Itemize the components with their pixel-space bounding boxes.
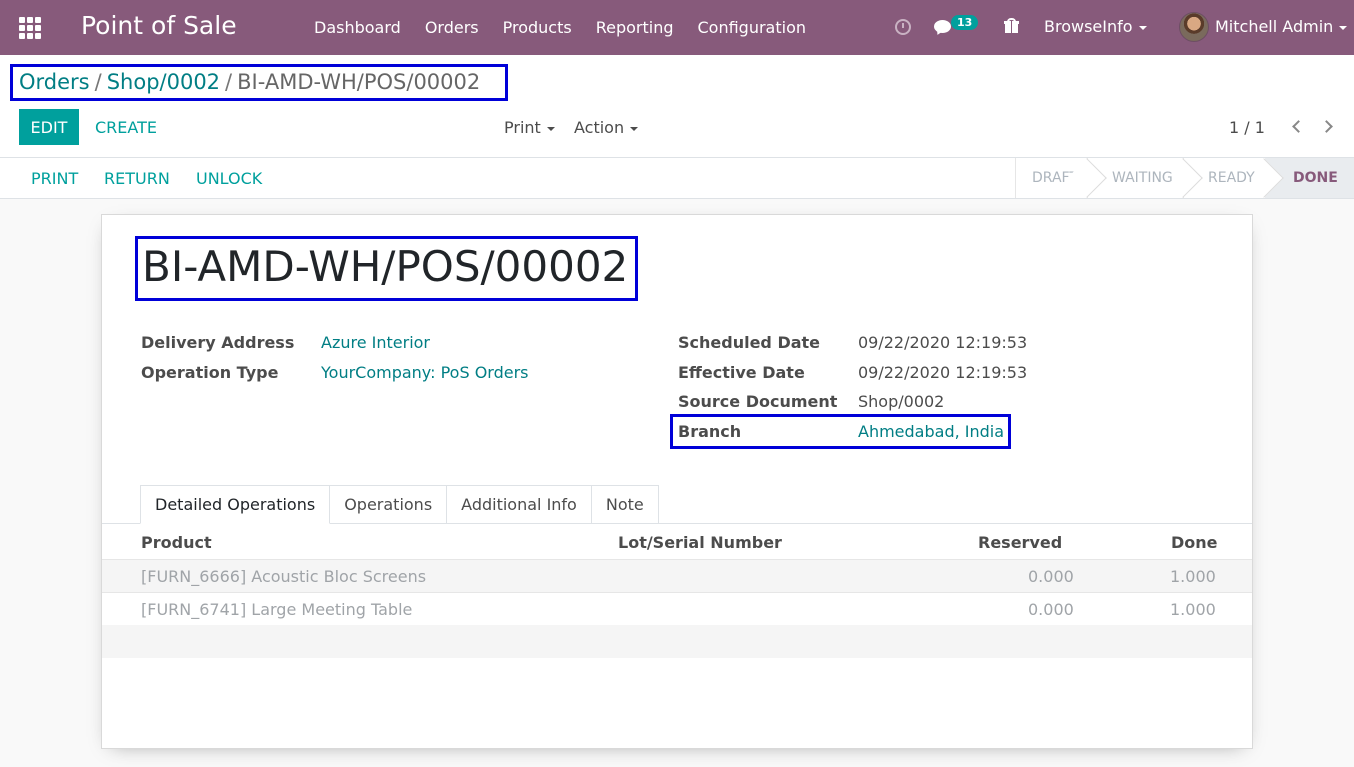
stage-pipeline: DRAFT WAITING READY DONE (1015, 158, 1354, 198)
return-button[interactable]: RETURN (104, 169, 170, 188)
breadcrumb-highlight-box (10, 64, 508, 101)
tab-detailed-operations[interactable]: Detailed Operations (140, 485, 331, 524)
chevron-down-icon (1138, 25, 1147, 30)
pager-value[interactable]: 1 / 1 (1229, 118, 1265, 137)
top-navbar: Point of Sale Dashboard Orders Products … (0, 0, 1354, 55)
print-button[interactable]: PRINT (31, 169, 78, 188)
table-row[interactable]: [FURN_6741] Large Meeting Table 0.000 1.… (102, 592, 1252, 625)
operation-type-label: Operation Type (141, 363, 279, 382)
gift-icon[interactable] (1004, 18, 1019, 33)
notebook-tabs: Detailed Operations Operations Additiona… (140, 485, 659, 524)
chevron-right-icon[interactable] (1320, 120, 1333, 133)
menu-item-dashboard[interactable]: Dashboard (302, 18, 413, 37)
main-menu: Dashboard Orders Products Reporting Conf… (302, 0, 818, 55)
column-header-reserved[interactable]: Reserved (978, 533, 1062, 552)
chevron-down-icon (1339, 25, 1348, 30)
menu-item-orders[interactable]: Orders (413, 18, 491, 37)
menu-item-products[interactable]: Products (491, 18, 584, 37)
apps-grid-icon[interactable] (19, 17, 41, 39)
message-count-badge: 13 (951, 15, 979, 30)
chevron-left-icon[interactable] (1292, 120, 1305, 133)
effective-date-value: 09/22/2020 12:19:53 (858, 363, 1028, 382)
column-header-product[interactable]: Product (141, 533, 212, 552)
table-footer (102, 625, 1252, 658)
print-dropdown[interactable]: Print (504, 118, 555, 137)
company-name: BrowseInfo (1044, 17, 1133, 36)
scheduled-date-value: 09/22/2020 12:19:53 (858, 333, 1028, 352)
stage-done: DONE (1244, 158, 1354, 198)
chevron-down-icon (630, 126, 639, 131)
title-highlight-box (135, 236, 638, 301)
operation-type-value[interactable]: YourCompany: PoS Orders (321, 363, 529, 382)
reserved-cell: 0.000 (1028, 567, 1074, 586)
print-dropdown-label: Print (504, 118, 541, 137)
product-cell: [FURN_6741] Large Meeting Table (141, 600, 413, 619)
status-bar: PRINT RETURN UNLOCK DRAFT WAITING READY … (0, 158, 1354, 199)
stage-waiting-label: WAITING (1112, 170, 1173, 186)
source-document-value: Shop/0002 (858, 392, 945, 411)
user-menu[interactable]: Mitchell Admin (1215, 17, 1348, 36)
chevron-down-icon (546, 126, 555, 131)
form-sheet: BI-AMD-WH/POS/00002 Delivery Address Azu… (101, 214, 1253, 749)
product-cell: [FURN_6666] Acoustic Bloc Screens (141, 567, 427, 586)
stage-waiting: WAITING (1067, 158, 1183, 198)
done-cell: 1.000 (1170, 567, 1216, 586)
action-dropdown-label: Action (574, 118, 625, 137)
effective-date-label: Effective Date (678, 363, 805, 382)
branch-highlight-box (670, 414, 1011, 449)
app-title[interactable]: Point of Sale (81, 11, 237, 40)
action-dropdown[interactable]: Action (574, 118, 639, 137)
avatar[interactable] (1179, 12, 1209, 42)
control-panel: Orders / Shop/0002/BI-AMD-WH/POS/00002 EDI… (0, 55, 1354, 158)
stage-done-label: DONE (1293, 170, 1338, 186)
activity-clock-icon[interactable] (895, 19, 911, 35)
stage-ready: READY (1163, 158, 1265, 198)
stage-ready-label: READY (1208, 170, 1255, 186)
tab-note[interactable]: Note (591, 485, 659, 524)
menu-item-reporting[interactable]: Reporting (584, 18, 686, 37)
done-cell: 1.000 (1170, 600, 1216, 619)
reserved-cell: 0.000 (1028, 600, 1074, 619)
delivery-address-label: Delivery Address (141, 333, 295, 352)
unlock-button[interactable]: UNLOCK (196, 169, 262, 188)
table-row[interactable]: [FURN_6666] Acoustic Bloc Screens 0.000 … (102, 559, 1252, 592)
create-button[interactable]: CREATE (95, 118, 157, 137)
column-header-lot[interactable]: Lot/Serial Number (618, 533, 782, 552)
source-document-label: Source Document (678, 392, 838, 411)
user-name: Mitchell Admin (1215, 17, 1334, 36)
scheduled-date-label: Scheduled Date (678, 333, 821, 352)
tab-operations[interactable]: Operations (330, 485, 448, 524)
menu-item-configuration[interactable]: Configuration (686, 18, 819, 37)
company-switcher[interactable]: BrowseInfo (1044, 17, 1147, 36)
edit-button[interactable]: EDIT (19, 109, 79, 145)
chat-icon[interactable] (934, 20, 951, 33)
delivery-address-value[interactable]: Azure Interior (321, 333, 430, 352)
column-header-done[interactable]: Done (1171, 533, 1218, 552)
tab-additional-info[interactable]: Additional Info (447, 485, 592, 524)
